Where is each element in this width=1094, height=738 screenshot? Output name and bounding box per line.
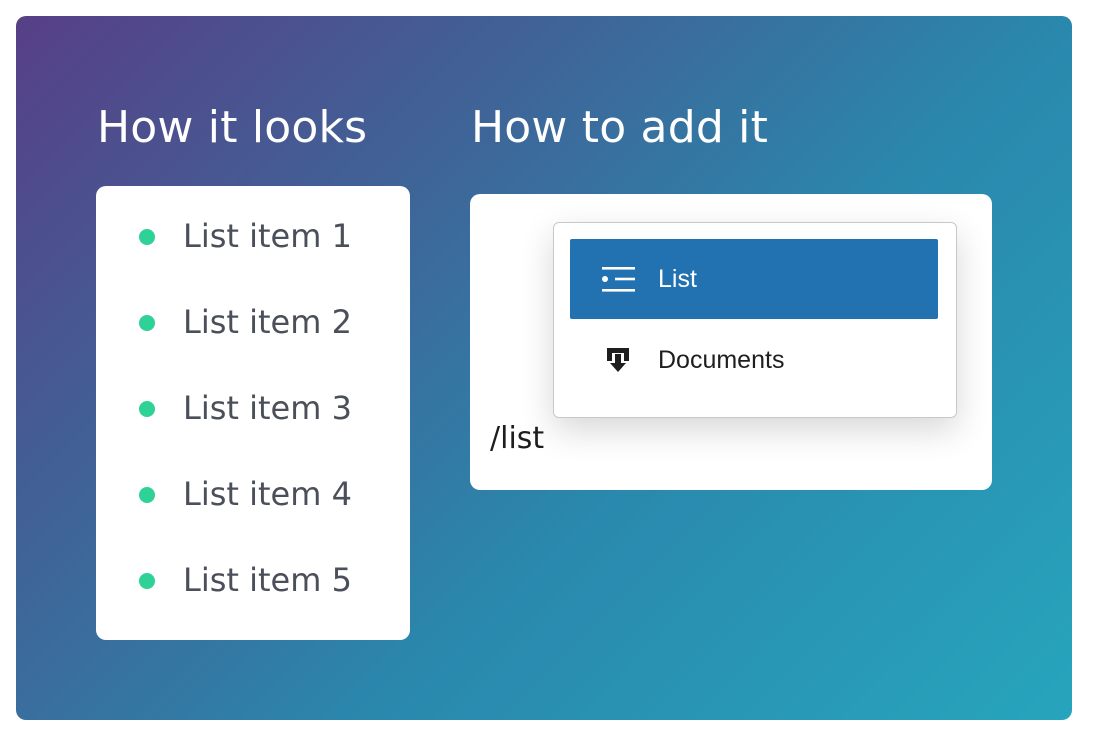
bullet-icon: [139, 315, 155, 331]
editor-panel[interactable]: List Documents /list: [470, 194, 992, 490]
demo-card: How it looks How to add it List item 1 L…: [16, 16, 1072, 720]
list-item-label: List item 5: [183, 561, 352, 599]
bullet-icon: [139, 229, 155, 245]
list-preview-panel: List item 1 List item 2 List item 3 List…: [96, 186, 410, 640]
list-item-label: List item 2: [183, 303, 352, 341]
list-item-label: List item 3: [183, 389, 352, 427]
how-it-looks-heading: How it looks: [97, 102, 368, 153]
list-item: List item 1: [96, 216, 410, 256]
menu-item-label: List: [658, 265, 697, 293]
menu-item-list[interactable]: List: [570, 239, 938, 319]
bullet-icon: [139, 573, 155, 589]
documents-icon: [607, 348, 629, 372]
bullet-icon: [139, 487, 155, 503]
list-item: List item 2: [96, 302, 410, 342]
list-item-label: List item 1: [183, 217, 352, 255]
list-item: List item 3: [96, 388, 410, 428]
how-to-add-heading: How to add it: [471, 102, 769, 153]
list-icon: [602, 267, 635, 292]
slash-command-text[interactable]: /list: [490, 419, 544, 459]
menu-item-documents[interactable]: Documents: [570, 320, 938, 400]
menu-item-label: Documents: [658, 346, 785, 374]
list-item-label: List item 4: [183, 475, 352, 513]
list-item: List item 4: [96, 474, 410, 514]
block-inserter-menu: List Documents: [553, 222, 957, 418]
list-item: List item 5: [96, 560, 410, 600]
bullet-icon: [139, 401, 155, 417]
